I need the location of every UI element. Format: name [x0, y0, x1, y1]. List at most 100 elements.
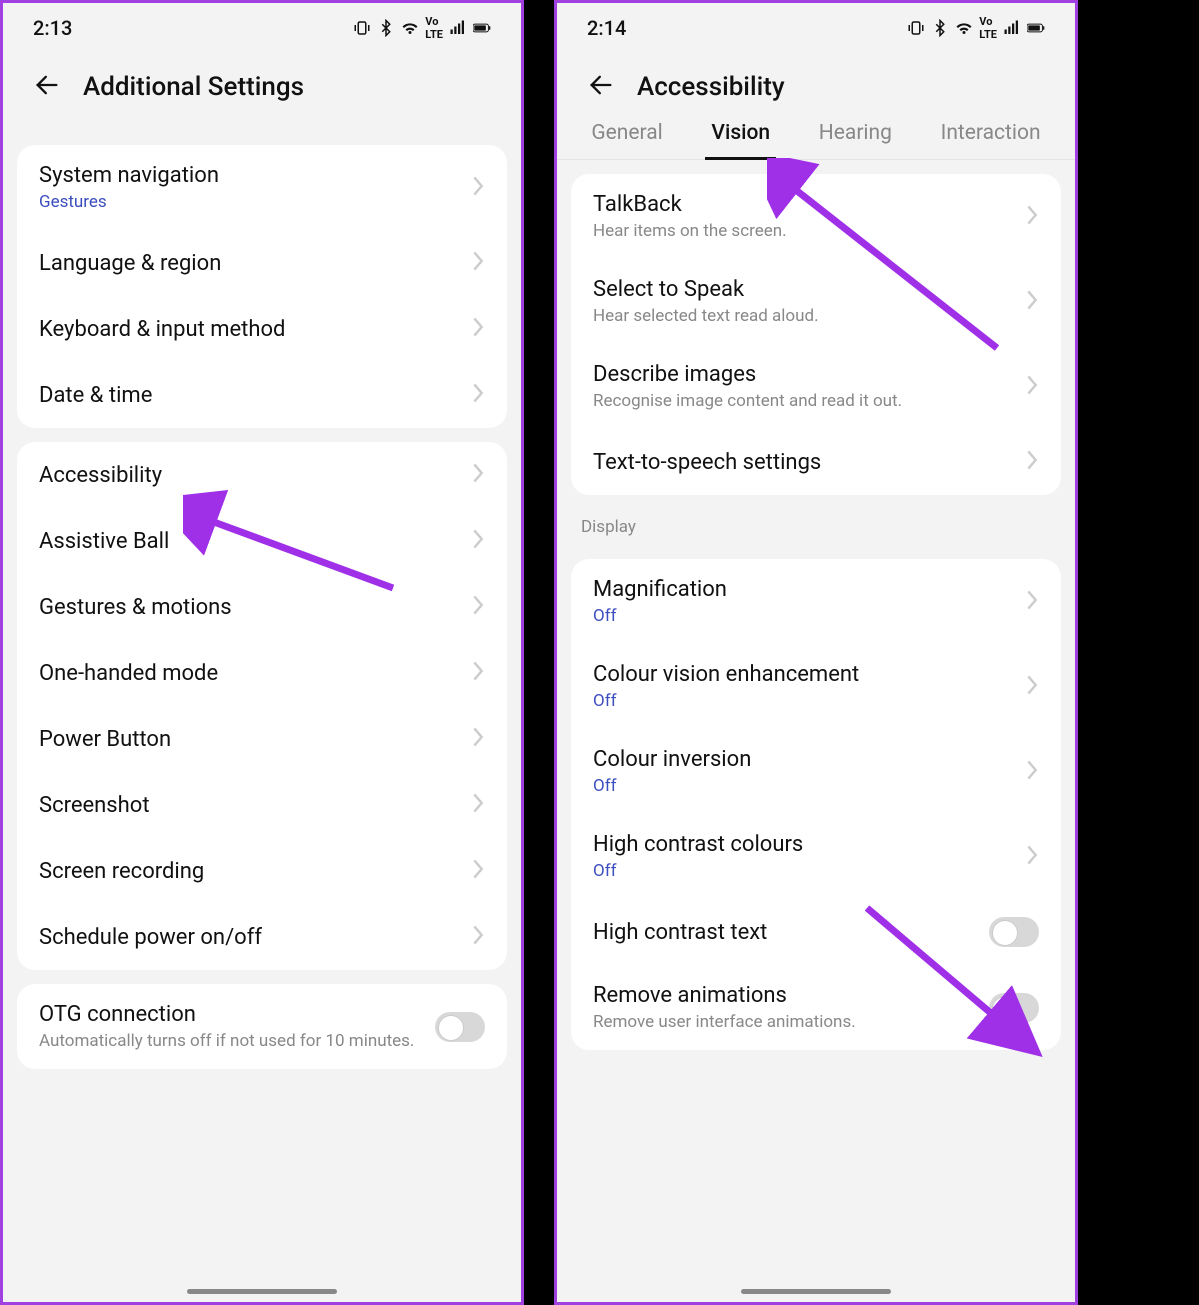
chevron-right-icon	[1025, 844, 1039, 870]
tab-hearing[interactable]: Hearing	[813, 121, 898, 159]
chevron-right-icon	[471, 462, 485, 488]
header: Accessibility	[557, 53, 1075, 121]
settings-row[interactable]: Language & region	[17, 230, 507, 296]
row-subtitle: Automatically turns off if not used for …	[39, 1031, 435, 1051]
settings-row[interactable]: High contrast coloursOff	[571, 814, 1061, 899]
toggle-switch[interactable]	[989, 917, 1039, 947]
settings-row[interactable]: Select to Speak Hear selected text read a…	[571, 259, 1061, 344]
settings-row[interactable]: Date & time	[17, 362, 507, 428]
content-left: System navigation Gestures Language & regi…	[3, 131, 521, 1302]
settings-row[interactable]: One-handed mode	[17, 640, 507, 706]
settings-row[interactable]: OTG connection Automatically turns off if…	[17, 984, 507, 1069]
row-subtitle: Gestures	[39, 192, 471, 212]
bluetooth-icon	[931, 19, 949, 37]
row-subtitle: Recognise image content and read it out.	[593, 391, 1025, 411]
row-subtitle: Off	[593, 606, 1025, 626]
chevron-right-icon	[471, 528, 485, 554]
settings-row[interactable]: Screen recording	[17, 838, 507, 904]
row-title: Assistive Ball	[39, 529, 471, 554]
vibrate-icon	[907, 19, 925, 37]
status-icons: VoLTE	[353, 15, 491, 41]
chevron-right-icon	[471, 726, 485, 752]
divider	[524, 0, 554, 1305]
vibrate-icon	[353, 19, 371, 37]
row-title: Schedule power on/off	[39, 925, 471, 950]
chevron-right-icon	[471, 316, 485, 342]
home-indicator[interactable]	[741, 1289, 891, 1294]
chevron-right-icon	[471, 858, 485, 884]
settings-row[interactable]: Keyboard & input method	[17, 296, 507, 362]
settings-row[interactable]: Schedule power on/off	[17, 904, 507, 970]
section-label: Display	[571, 495, 1061, 545]
volte-icon: VoLTE	[979, 15, 997, 41]
status-bar: 2:13 VoLTE	[3, 3, 521, 53]
row-title: Screen recording	[39, 859, 471, 884]
settings-row[interactable]: Remove animationsRemove user interface a…	[571, 965, 1061, 1050]
row-title: OTG connection	[39, 1002, 435, 1027]
row-title: Screenshot	[39, 793, 471, 818]
settings-row[interactable]: Power Button	[17, 706, 507, 772]
row-title: Keyboard & input method	[39, 317, 471, 342]
settings-card: OTG connection Automatically turns off if…	[17, 984, 507, 1069]
home-indicator[interactable]	[187, 1289, 337, 1294]
status-bar: 2:14 VoLTE	[557, 3, 1075, 53]
chevron-right-icon	[1025, 449, 1039, 475]
page-title: Accessibility	[637, 72, 785, 102]
signal-icon	[1003, 19, 1021, 37]
settings-row[interactable]: TalkBackHear items on the screen.	[571, 174, 1061, 259]
tab-interaction[interactable]: Interaction	[935, 121, 1047, 159]
status-icons: VoLTE	[907, 15, 1045, 41]
phone-right: 2:14 VoLTE Accessibility General Vision He…	[554, 0, 1078, 1305]
back-button[interactable]	[33, 71, 61, 103]
signal-icon	[449, 19, 467, 37]
chevron-right-icon	[471, 250, 485, 276]
settings-row[interactable]: System navigation Gestures	[17, 145, 507, 230]
tab-general[interactable]: General	[585, 121, 668, 159]
settings-row[interactable]: Accessibility	[17, 442, 507, 508]
row-subtitle: Off	[593, 776, 1025, 796]
battery-icon	[473, 19, 491, 37]
row-subtitle: Hear selected text read aloud.	[593, 306, 1025, 326]
row-title: Date & time	[39, 383, 471, 408]
chevron-right-icon	[471, 382, 485, 408]
settings-row[interactable]: Magnification Off	[571, 559, 1061, 644]
content-right: TalkBackHear items on the screen.Select …	[557, 160, 1075, 1302]
back-button[interactable]	[587, 71, 615, 103]
settings-card: TalkBackHear items on the screen.Select …	[571, 174, 1061, 495]
settings-card: System navigation Gestures Language & regi…	[17, 145, 507, 428]
chevron-right-icon	[1025, 674, 1039, 700]
row-title: Magnification	[593, 577, 1025, 602]
settings-card: Accessibility Assistive Ball Gestures & mo…	[17, 442, 507, 970]
chevron-right-icon	[471, 792, 485, 818]
chevron-right-icon	[471, 594, 485, 620]
wifi-icon	[401, 19, 419, 37]
toggle-switch[interactable]	[989, 993, 1039, 1023]
settings-row[interactable]: Text-to-speech settings	[571, 429, 1061, 495]
wifi-icon	[955, 19, 973, 37]
battery-icon	[1027, 19, 1045, 37]
row-title: Gestures & motions	[39, 595, 471, 620]
tabs: General Vision Hearing Interaction	[557, 121, 1075, 160]
chevron-right-icon	[1025, 374, 1039, 400]
settings-row[interactable]: Colour vision enhancementOff	[571, 644, 1061, 729]
header: Additional Settings	[3, 53, 521, 131]
settings-row[interactable]: High contrast text	[571, 899, 1061, 965]
settings-row[interactable]: Assistive Ball	[17, 508, 507, 574]
settings-row[interactable]: Screenshot	[17, 772, 507, 838]
chevron-right-icon	[1025, 289, 1039, 315]
tab-vision[interactable]: Vision	[705, 121, 776, 159]
row-title: Select to Speak	[593, 277, 1025, 302]
settings-row[interactable]: Describe imagesRecognise image content a…	[571, 344, 1061, 429]
row-title: System navigation	[39, 163, 471, 188]
volte-icon: VoLTE	[425, 15, 443, 41]
toggle-switch[interactable]	[435, 1012, 485, 1042]
settings-card: MagnificationOffColour vision enhancemen…	[571, 559, 1061, 1050]
row-subtitle: Hear items on the screen.	[593, 221, 1025, 241]
phone-left: 2:13 VoLTE Additional Settings System na…	[0, 0, 524, 1305]
row-title: Language & region	[39, 251, 471, 276]
row-subtitle: Off	[593, 691, 1025, 711]
row-title: Power Button	[39, 727, 471, 752]
settings-row[interactable]: Gestures & motions	[17, 574, 507, 640]
row-title: High contrast text	[593, 920, 989, 945]
settings-row[interactable]: Colour inversionOff	[571, 729, 1061, 814]
